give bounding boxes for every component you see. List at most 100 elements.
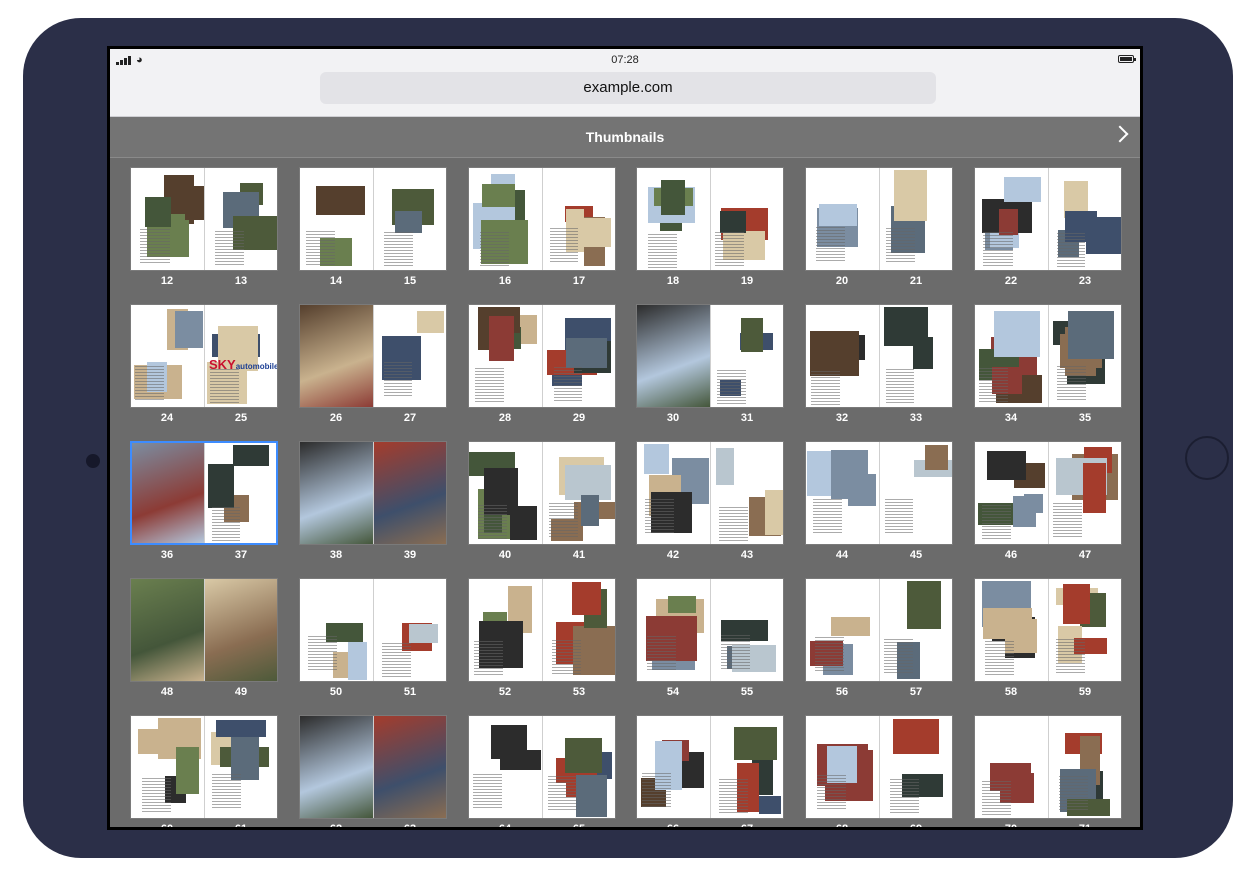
page-thumbnail (806, 579, 879, 681)
page-number: 47 (1078, 549, 1092, 561)
page-number: 42 (666, 549, 680, 561)
thumbnail-spread[interactable] (130, 441, 278, 545)
thumbnail-spread[interactable] (805, 578, 953, 682)
page-number: 34 (1004, 412, 1018, 424)
page-thumbnail (132, 443, 204, 543)
thumbnail-spread[interactable]: SKYautomobiles (130, 304, 278, 408)
thumbnail-spread[interactable] (130, 167, 278, 271)
thumbnail-spread[interactable] (974, 715, 1122, 819)
thumbnail-spread[interactable] (468, 441, 616, 545)
page-number: 61 (221, 823, 261, 827)
page-number: 63 (390, 823, 430, 827)
page-thumbnail (710, 579, 783, 681)
thumbnail-spread[interactable] (299, 578, 447, 682)
page-thumbnail (1048, 716, 1121, 818)
page-number: 27 (403, 412, 417, 424)
page-thumbnail (204, 443, 276, 543)
page-number: 37 (234, 549, 248, 561)
thumbnail-spread[interactable] (636, 304, 784, 408)
page-number: 25 (234, 412, 248, 424)
thumbnail-spread[interactable] (130, 715, 278, 819)
thumbnail-spread[interactable] (636, 441, 784, 545)
thumbnail-spread[interactable] (130, 578, 278, 682)
page-thumbnail (131, 168, 204, 270)
page-number: 69 (896, 823, 936, 827)
page-thumbnail (300, 442, 373, 544)
page-thumbnail (1048, 442, 1121, 544)
thumbnail-spread[interactable] (974, 441, 1122, 545)
home-button[interactable] (1185, 436, 1229, 480)
page-number: 18 (666, 275, 680, 287)
page-thumbnail (710, 716, 783, 818)
screen-content: ◕ 07:28 example.com Thumbnails 12 13 14 15 1… (110, 49, 1140, 827)
thumbnail-spread[interactable] (974, 304, 1122, 408)
page-number: 49 (234, 686, 248, 698)
page-thumbnail (637, 168, 710, 270)
page-thumbnail (542, 716, 615, 818)
thumbnail-spread[interactable] (805, 715, 953, 819)
page-number: 12 (160, 275, 174, 287)
page-thumbnail (710, 168, 783, 270)
page-thumbnail (1048, 305, 1121, 407)
status-time: 07:28 (611, 54, 639, 66)
front-camera (86, 454, 100, 468)
page-thumbnail (710, 305, 783, 407)
thumbnail-spread[interactable] (805, 167, 953, 271)
page-number: 53 (572, 686, 586, 698)
page-number: 58 (1004, 686, 1018, 698)
page-number: 21 (909, 275, 923, 287)
page-thumbnail (975, 716, 1048, 818)
page-thumbnail (131, 579, 204, 681)
page-thumbnail (806, 168, 879, 270)
page-thumbnail (1048, 168, 1121, 270)
thumbnail-spread[interactable] (299, 167, 447, 271)
thumbnail-spread[interactable] (468, 167, 616, 271)
thumbnail-spread[interactable] (805, 304, 953, 408)
thumbnail-spread[interactable] (636, 578, 784, 682)
thumbnail-spread[interactable] (299, 441, 447, 545)
thumbnail-spread[interactable] (468, 304, 616, 408)
page-number: 39 (403, 549, 417, 561)
page-number: 14 (329, 275, 343, 287)
page-number: 55 (740, 686, 754, 698)
page-number: 32 (835, 412, 849, 424)
thumbnail-spread[interactable] (974, 167, 1122, 271)
page-number: 41 (572, 549, 586, 561)
thumbnail-spread[interactable] (299, 304, 447, 408)
page-number: 67 (727, 823, 767, 827)
page-thumbnail (710, 442, 783, 544)
page-thumbnail (637, 716, 710, 818)
page-number: 51 (403, 686, 417, 698)
thumbnail-spread[interactable] (805, 441, 953, 545)
page-thumbnail (204, 716, 277, 818)
page-thumbnail (300, 579, 373, 681)
page-thumbnail (373, 716, 446, 818)
address-bar[interactable]: example.com (320, 72, 936, 104)
page-thumbnail (373, 305, 446, 407)
page-number: 64 (485, 823, 525, 827)
thumbnail-spread[interactable] (636, 715, 784, 819)
page-thumbnail (879, 168, 952, 270)
page-thumbnail (300, 716, 373, 818)
page-thumbnail (469, 716, 542, 818)
page-number: 38 (329, 549, 343, 561)
page-number: 62 (316, 823, 356, 827)
page-number: 52 (498, 686, 512, 698)
page-number: 68 (822, 823, 862, 827)
thumbnail-spread[interactable] (468, 578, 616, 682)
page-thumbnail (806, 442, 879, 544)
thumbnail-spread[interactable] (974, 578, 1122, 682)
page-number: 19 (740, 275, 754, 287)
thumbnail-spread[interactable] (636, 167, 784, 271)
thumbnail-spread[interactable] (299, 715, 447, 819)
thumbnail-spread[interactable] (468, 715, 616, 819)
page-number: 56 (835, 686, 849, 698)
page-thumbnail (131, 716, 204, 818)
page-number: 40 (498, 549, 512, 561)
page-thumbnail (879, 716, 952, 818)
battery-icon (1118, 55, 1136, 63)
page-number: 70 (991, 823, 1031, 827)
page-thumbnail (879, 305, 952, 407)
page-number: 31 (740, 412, 754, 424)
page-number: 59 (1078, 686, 1092, 698)
